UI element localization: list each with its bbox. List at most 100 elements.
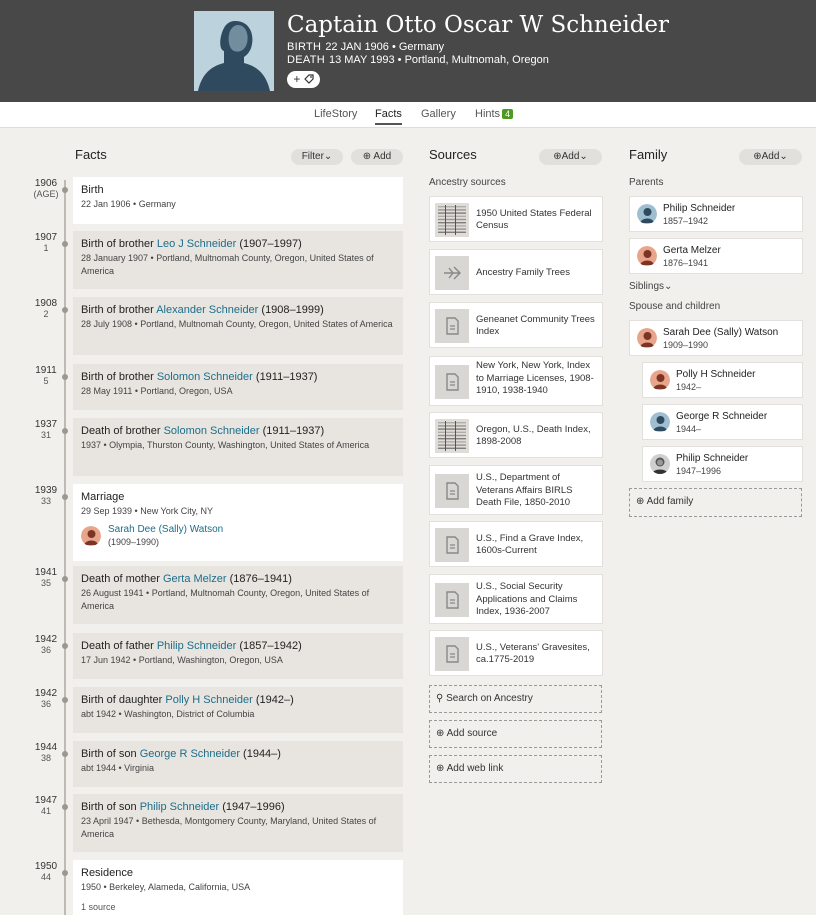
add-tag-button[interactable]: + bbox=[287, 71, 320, 88]
family-member-card[interactable]: Gerta Melzer 1876–1941 bbox=[629, 238, 803, 274]
fact-card[interactable]: Death of brother Solomon Schneider (1911… bbox=[73, 418, 403, 476]
search-on-ancestry-button[interactable]: ⚲ Search on Ancestry bbox=[429, 685, 602, 713]
fact-card[interactable]: Birth of son Philip Schneider (1947–1996… bbox=[73, 794, 403, 852]
fact-card[interactable]: Birth of brother Alexander Schneider (19… bbox=[73, 297, 403, 355]
source-card[interactable]: Ancestry Family Trees bbox=[429, 249, 603, 295]
add-web-link-button[interactable]: ⊕ Add web link bbox=[429, 755, 602, 783]
tab-hints[interactable]: Hints 4 bbox=[475, 108, 514, 120]
add-fact-button[interactable]: ⊕ Add bbox=[351, 149, 403, 165]
fact-person-years: (1911–1937) bbox=[259, 425, 325, 437]
fact-card[interactable]: Birth of son George R Schneider (1944–) a… bbox=[73, 741, 403, 787]
document-icon bbox=[435, 583, 469, 617]
fact-card[interactable]: Birth of daughter Polly H Schneider (194… bbox=[73, 687, 403, 733]
timeline-dot bbox=[62, 374, 68, 380]
fact-age: 33 bbox=[40, 496, 51, 506]
fact-sources-count[interactable]: 1 source bbox=[81, 902, 395, 912]
fact-event-type: Death of mother bbox=[81, 573, 163, 585]
fact-year-value: 1937 bbox=[34, 419, 58, 430]
fact-age: (AGE) bbox=[33, 189, 59, 199]
fact-card[interactable]: Birth of brother Solomon Schneider (1911… bbox=[73, 364, 403, 410]
fact-title: Marriage bbox=[81, 491, 125, 503]
fact-year: 1947 41 bbox=[28, 795, 64, 817]
siblings-toggle[interactable]: Siblings⌄ bbox=[629, 281, 672, 292]
fact-detail: 28 January 1907 • Portland, Multnomah Co… bbox=[81, 253, 374, 276]
fact-card[interactable]: Death of mother Gerta Melzer (1876–1941)… bbox=[73, 566, 403, 624]
add-family-menu-button[interactable]: ⊕Add⌄ bbox=[739, 149, 802, 165]
source-card[interactable]: Oregon, U.S., Death Index, 1898-2008 bbox=[429, 412, 603, 458]
add-source-menu-button[interactable]: ⊕Add⌄ bbox=[539, 149, 602, 165]
fact-year: 1941 35 bbox=[28, 567, 64, 589]
fact-year-value: 1941 bbox=[34, 567, 58, 578]
profile-portrait-icon[interactable] bbox=[194, 11, 274, 91]
fact-year: 1944 38 bbox=[28, 742, 64, 764]
fact-person-years: (1911–1937) bbox=[252, 371, 318, 383]
spouse-name[interactable]: Sarah Dee (Sally) Watson bbox=[108, 524, 223, 535]
fact-person-link[interactable]: Philip Schneider bbox=[140, 801, 220, 813]
source-card[interactable]: 1950 United States Federal Census bbox=[429, 196, 603, 242]
tab-facts[interactable]: Facts bbox=[375, 108, 402, 125]
sources-heading: Sources bbox=[429, 147, 477, 162]
fact-detail: 28 July 1908 • Portland, Multnomah Count… bbox=[81, 319, 393, 329]
family-member-card[interactable]: Philip Schneider 1857–1942 bbox=[629, 196, 803, 232]
source-card[interactable]: Geneanet Community Trees Index bbox=[429, 302, 603, 348]
fact-year-value: 1907 bbox=[34, 232, 58, 243]
spouse-children-label: Spouse and children bbox=[629, 301, 721, 312]
fact-person-link[interactable]: Leo J Schneider bbox=[157, 238, 237, 250]
add-family-button[interactable]: ⊕ Add family bbox=[629, 488, 802, 517]
fact-person-years: (1876–1941) bbox=[226, 573, 292, 585]
fact-title: Birth of daughter Polly H Schneider (194… bbox=[81, 694, 395, 707]
filter-button[interactable]: Filter⌄ bbox=[291, 149, 343, 165]
death-summary: DEATH 13 MAY 1993 • Portland, Multnomah, … bbox=[287, 54, 549, 66]
source-card[interactable]: U.S., Find a Grave Index, 1600s-Current bbox=[429, 521, 603, 567]
source-title: U.S., Social Security Applications and C… bbox=[476, 581, 578, 618]
timeline-dot bbox=[62, 870, 68, 876]
source-card[interactable]: U.S., Department of Veterans Affairs BIR… bbox=[429, 465, 603, 515]
fact-card[interactable]: Birth 22 Jan 1906 • Germany bbox=[73, 177, 403, 224]
family-member-card[interactable]: Sarah Dee (Sally) Watson 1909–1990 bbox=[629, 320, 803, 356]
tab-lifestory[interactable]: LifeStory bbox=[314, 108, 357, 120]
timeline-dot bbox=[62, 307, 68, 313]
fact-person-link[interactable]: Solomon Schneider bbox=[157, 371, 253, 383]
family-member-card[interactable]: Polly H Schneider 1942– bbox=[642, 362, 803, 398]
family-member-card[interactable]: George R Schneider 1944– bbox=[642, 404, 803, 440]
record-image-thumbnail bbox=[435, 419, 469, 453]
fact-person-link[interactable]: Philip Schneider bbox=[157, 640, 237, 652]
family-member-name: Gerta Melzer bbox=[663, 245, 721, 256]
fact-title: Birth of brother Leo J Schneider (1907–1… bbox=[81, 238, 395, 251]
fact-card[interactable]: Marriage 29 Sep 1939 • New York City, NY S… bbox=[73, 484, 403, 561]
fact-title: Death of mother Gerta Melzer (1876–1941) bbox=[81, 573, 395, 586]
source-card[interactable]: U.S., Veterans' Gravesites, ca.1775-2019 bbox=[429, 630, 603, 676]
source-card[interactable]: New York, New York, Index to Marriage Li… bbox=[429, 356, 603, 406]
fact-year: 1907 1 bbox=[28, 232, 64, 254]
fact-card[interactable]: Birth of brother Leo J Schneider (1907–1… bbox=[73, 231, 403, 289]
add-source-button[interactable]: ⊕ Add source bbox=[429, 720, 602, 748]
fact-person-link[interactable]: Gerta Melzer bbox=[163, 573, 227, 585]
fact-event-type: Birth of daughter bbox=[81, 694, 166, 706]
family-heading: Family bbox=[629, 147, 668, 162]
fact-card[interactable]: Death of father Philip Schneider (1857–1… bbox=[73, 633, 403, 679]
fact-person-link[interactable]: Solomon Schneider bbox=[164, 425, 260, 437]
family-member-name: Philip Schneider bbox=[676, 453, 749, 464]
tab-gallery[interactable]: Gallery bbox=[421, 108, 456, 120]
document-icon bbox=[435, 365, 469, 399]
spouse-link[interactable]: Sarah Dee (Sally) Watson (1909–1990) bbox=[81, 524, 395, 550]
fact-age: 1 bbox=[43, 243, 49, 253]
fact-card[interactable]: Residence 1950 • Berkeley, Alameda, Calif… bbox=[73, 860, 403, 915]
fact-event-type: Birth of son bbox=[81, 801, 140, 813]
source-title: U.S., Find a Grave Index, 1600s-Current bbox=[476, 532, 584, 557]
fact-event-type: Death of father bbox=[81, 640, 157, 652]
fact-person-years: (1944–) bbox=[239, 748, 281, 760]
chevron-down-icon: ⌄ bbox=[323, 151, 333, 162]
fact-detail: 26 August 1941 • Portland, Multnomah Cou… bbox=[81, 588, 370, 611]
family-member-name: Polly H Schneider bbox=[676, 369, 756, 380]
fact-person-link[interactable]: George R Schneider bbox=[140, 748, 240, 760]
timeline-dot bbox=[62, 697, 68, 703]
fact-person-link[interactable]: Polly H Schneider bbox=[165, 694, 252, 706]
fact-year-value: 1950 bbox=[34, 861, 58, 872]
family-member-card[interactable]: Philip Schneider 1947–1996 bbox=[642, 446, 803, 482]
fact-person-link[interactable]: Alexander Schneider bbox=[156, 304, 258, 316]
source-card[interactable]: U.S., Social Security Applications and C… bbox=[429, 574, 603, 624]
family-tree-icon bbox=[435, 256, 469, 290]
profile-tabs: LifeStory Facts Gallery Hints 4 bbox=[0, 102, 816, 128]
family-member-years: 1942– bbox=[676, 382, 702, 392]
